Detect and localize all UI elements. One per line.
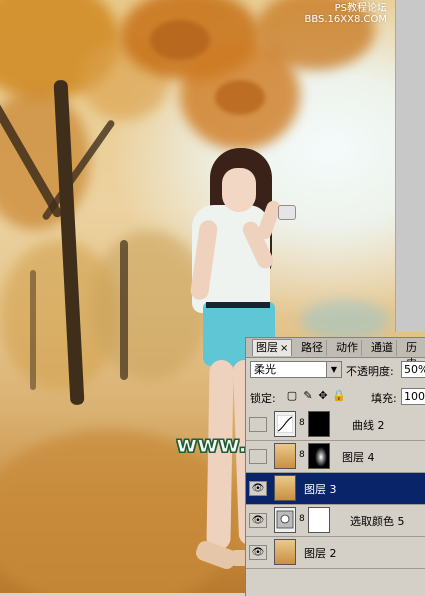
lock-transparent-icon[interactable]: ▢ [286,390,298,402]
eye-icon[interactable]: 👁 [249,513,267,528]
link-icon: 8 [299,450,305,460]
watermark-forum-name: PS教程论坛 [334,3,387,14]
tab-paths[interactable]: 路径 [298,340,327,356]
layer-name: 图层 3 [304,483,337,496]
lock-position-icon[interactable]: ✥ [317,390,329,402]
window-edge [395,0,425,332]
panel-tabs: 图层× 路径 动作 通道 历史 [246,338,425,370]
blend-mode-value: 柔光 [254,363,276,376]
watermark-forum-url: BBS.16XX8.COM [304,14,387,25]
layer-name: 图层 2 [304,547,337,560]
layer-thumbnail [274,475,296,501]
layer-row[interactable]: 👁 图层 2 [246,537,425,569]
fill-label: 填充: [371,392,397,405]
opacity-label: 不透明度: [346,365,394,378]
layer-row[interactable]: 8 图层 4 [246,441,425,473]
layer-thumbnail [274,539,296,565]
close-icon[interactable]: × [280,343,288,354]
woman-face [222,168,256,212]
link-icon: 8 [299,514,305,524]
layer-name: 选取颜色 5 [350,515,405,528]
layer-row[interactable]: 👁 8 选取颜色 5 [246,505,425,537]
lock-all-icon[interactable]: 🔒 [332,390,346,402]
blend-mode-select[interactable]: 柔光 ▼ [250,361,342,378]
visibility-toggle[interactable] [249,417,267,432]
layer-list: 8 曲线 2 8 图层 4 👁 图层 3 👁 8 选取颜色 5 👁 图层 2 [246,409,425,569]
layer-row[interactable]: 8 曲线 2 [246,409,425,441]
tab-layers[interactable]: 图层 × [252,339,293,356]
woman-belt [206,302,270,308]
tab-history[interactable]: 历史 [403,340,425,370]
curves-icon [274,411,296,437]
tab-actions[interactable]: 动作 [333,340,362,356]
layer-name: 图层 4 [342,451,375,464]
tab-layers-label: 图层 [256,341,278,354]
lock-pixels-icon[interactable]: ✎ [302,390,314,402]
layer-name: 曲线 2 [352,419,385,432]
layer-mask[interactable] [308,443,330,469]
camera [278,205,296,220]
layer-thumbnail [274,443,296,469]
visibility-toggle[interactable] [249,449,267,464]
lock-label: 锁定: [250,392,276,405]
watermark-forum: PS教程论坛 BBS.16XX8.COM [304,3,387,25]
layer-mask[interactable] [308,507,330,533]
tab-channels[interactable]: 通道 [368,340,397,356]
link-icon: 8 [299,418,305,428]
eye-icon[interactable]: 👁 [249,481,267,496]
fill-input[interactable]: 100% [401,388,425,405]
selective-color-icon [274,507,296,533]
layer-mask[interactable] [308,411,330,437]
opacity-input[interactable]: 50% [401,361,425,378]
eye-icon[interactable]: 👁 [249,545,267,560]
layer-row-selected[interactable]: 👁 图层 3 [246,473,425,505]
layers-panel: 图层× 路径 动作 通道 历史 柔光 ▼ 不透明度: 50% 锁定: ▢ ✎ ✥… [245,337,425,596]
chevron-down-icon: ▼ [326,362,341,377]
